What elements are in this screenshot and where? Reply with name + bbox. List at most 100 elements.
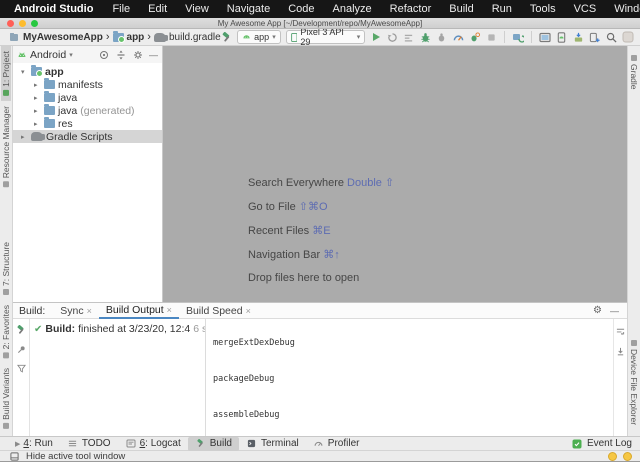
menu-edit[interactable]: Edit [139,3,176,15]
toolwindow-button-profiler[interactable]: Profiler [306,437,367,451]
tab-sync[interactable]: Sync × [53,303,99,319]
build-status-line: ✔ Build: finished at 3/23/20, 12:4 6 s 8… [34,323,205,335]
make-project-hammer-icon[interactable] [221,31,232,43]
status-bar: Hide active tool window [0,450,640,461]
tree-row-app[interactable]: ▾ app [13,65,162,78]
menu-vcs[interactable]: VCS [565,3,606,15]
toolwindow-button-project[interactable]: 1: Project [1,46,11,101]
profiler-icon[interactable] [453,31,464,43]
collapsed-arrow-icon[interactable]: ▸ [34,94,41,102]
filter-icon[interactable] [15,362,27,374]
collapsed-arrow-icon[interactable]: ▸ [34,81,41,89]
toolwindow-button-structure[interactable]: 7: Structure [1,237,11,300]
todo-list-icon [67,438,79,450]
toolwindow-button-run[interactable]: ▶ 4: Run [8,437,60,451]
right-tool-strip: Gradle Device File Explorer [627,46,640,436]
toolwindow-toggle-icon[interactable] [8,450,20,462]
terminal-icon [246,438,258,450]
menu-build[interactable]: Build [440,3,482,15]
device-manager-icon[interactable] [589,31,600,43]
collapse-all-icon[interactable] [115,49,127,61]
build-console[interactable]: mergeExtDexDebug packageDebug assembleDe… [206,313,613,436]
structure-icon [3,289,9,295]
menu-view[interactable]: View [176,3,218,15]
scroll-to-end-icon[interactable] [615,345,627,357]
tree-row-manifests[interactable]: ▸ manifests [13,78,162,91]
menu-file[interactable]: File [103,3,139,15]
breadcrumb-module[interactable]: app [113,32,145,43]
folder-icon [44,80,55,89]
build-hammer-icon [195,438,207,450]
locate-file-icon[interactable] [98,49,110,61]
run-configuration-select[interactable]: app ▾ [237,30,281,44]
collapsed-arrow-icon[interactable]: ▸ [34,120,41,128]
menu-navigate[interactable]: Navigate [218,3,279,15]
menu-app-name[interactable]: Android Studio [8,3,103,15]
toolwindow-button-terminal[interactable]: Terminal [239,437,306,451]
hide-panel-icon[interactable]: — [149,50,158,60]
toolwindow-button-todo[interactable]: TODO [60,437,118,451]
emulator-icon[interactable] [539,31,551,43]
build-panel-label: Build: [19,305,45,317]
tree-row-gradle-scripts[interactable]: ▸ Gradle Scripts [13,130,162,143]
build-status-panel[interactable]: ✔ Build: finished at 3/23/20, 12:4 6 s 8… [30,319,206,436]
gradle-icon [31,132,43,141]
run-button[interactable] [370,31,381,43]
gear-icon[interactable] [132,49,144,61]
device-select[interactable]: Pixel 3 API 29 ▾ [286,30,365,44]
toolwindow-button-resource-manager[interactable]: Resource Manager [1,101,11,192]
event-log-button[interactable]: Event Log [571,438,632,450]
apply-changes-icon[interactable] [403,31,414,43]
collapsed-arrow-icon[interactable]: ▸ [21,133,28,141]
chevron-down-icon: ▾ [69,51,73,59]
toolbar-actions: app ▾ Pixel 3 API 29 ▾ [221,30,634,44]
center-area: Android ▾ — ▾ app [13,46,627,436]
close-icon[interactable]: × [167,305,172,315]
menu-code[interactable]: Code [279,3,323,15]
avatar-placeholder-icon[interactable] [622,31,634,43]
soft-wrap-icon[interactable] [615,325,627,337]
sdk-manager-icon[interactable] [572,31,583,43]
toolwindow-button-logcat[interactable]: 6: Logcat [118,437,188,451]
search-everywhere-icon[interactable] [605,31,616,43]
pin-icon[interactable] [15,343,27,355]
happy-face-icon[interactable] [608,452,617,461]
toolwindow-button-device-file-explorer[interactable]: Device File Explorer [629,335,639,430]
gradle-file-icon [154,33,166,42]
tree-row-java-generated[interactable]: ▸ java (generated) [13,104,162,117]
device-icon [291,33,298,42]
profile-app-icon[interactable] [469,31,480,43]
menu-window[interactable]: Window [605,3,640,15]
tab-build-output[interactable]: Build Output × [99,303,179,319]
avd-manager-icon[interactable] [556,31,567,43]
rerun-build-hammer-icon[interactable] [15,324,27,336]
menu-tools[interactable]: Tools [521,3,565,15]
sad-face-icon[interactable] [623,452,632,461]
main-toolbar: MyAwesomeApp › app › build.gradle app ▾ [0,29,640,46]
menu-refactor[interactable]: Refactor [381,3,441,15]
toolwindow-button-build-variants[interactable]: Build Variants [1,363,11,434]
attach-debugger-icon[interactable] [436,31,447,43]
toolwindow-button-favorites[interactable]: 2: Favorites [1,300,11,363]
toolwindow-button-build[interactable]: Build [188,437,239,451]
tree-row-java[interactable]: ▸ java [13,91,162,104]
rerun-icon[interactable] [387,31,398,43]
menu-analyze[interactable]: Analyze [324,3,381,15]
toolwindow-button-gradle[interactable]: Gradle [629,50,639,95]
collapsed-arrow-icon[interactable]: ▸ [34,107,41,115]
stop-icon[interactable] [486,31,497,43]
expanded-arrow-icon[interactable]: ▾ [21,68,28,76]
menu-run[interactable]: Run [483,3,521,15]
breadcrumb-file[interactable]: build.gradle [154,32,221,43]
tree-row-res[interactable]: ▸ res [13,117,162,130]
event-log-icon [571,438,583,450]
close-icon[interactable]: × [87,306,92,316]
console-line: assembleDebug [213,409,613,421]
breadcrumb-project[interactable]: MyAwesomeApp [8,31,103,43]
debug-icon[interactable] [420,31,431,43]
editor-area[interactable]: Search Everywhere Double ⇧ Go to File ⇧⌘… [163,46,627,302]
profiler-gauge-icon [313,438,325,450]
project-view-selector[interactable]: Android [30,49,66,61]
sync-gradle-icon[interactable] [512,31,524,43]
run-outline-icon: ▶ [15,440,20,448]
